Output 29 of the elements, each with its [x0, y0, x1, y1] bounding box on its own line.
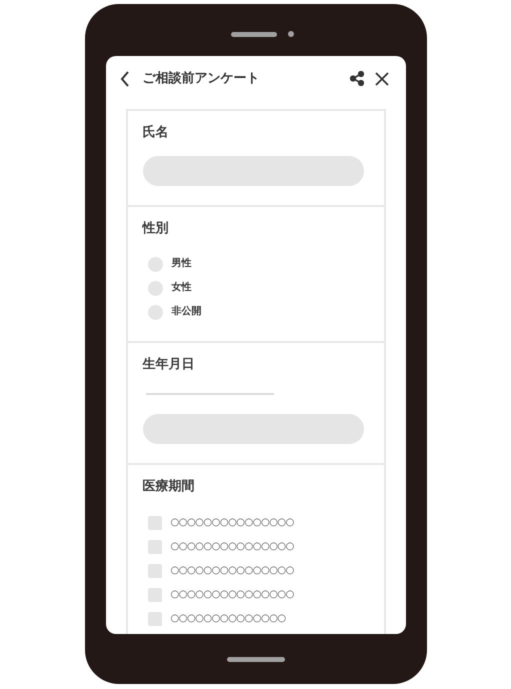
- camera-icon: [288, 31, 294, 37]
- radio-button[interactable]: [148, 304, 162, 320]
- checkbox-label: ○○○○○○○○○○○○○○: [170, 612, 286, 626]
- checkbox-label: ○○○○○○○○○○○○○○○: [170, 588, 294, 602]
- radio-label: 女性: [172, 280, 192, 295]
- section-title: 生年月日: [142, 357, 196, 373]
- radio-button[interactable]: [148, 280, 162, 296]
- share-icon[interactable]: [350, 71, 364, 86]
- name-field[interactable]: [142, 156, 364, 186]
- radio-label: 非公開: [172, 304, 202, 319]
- close-icon[interactable]: [374, 72, 388, 86]
- radio-label: 男性: [172, 256, 192, 271]
- checkbox-label: ○○○○○○○○○○○○○○○: [170, 540, 294, 554]
- checkbox[interactable]: [148, 588, 162, 602]
- checkbox[interactable]: [148, 540, 162, 554]
- checkbox[interactable]: [148, 564, 162, 578]
- back-icon[interactable]: [120, 70, 130, 86]
- section-title: 医療期間: [142, 479, 196, 495]
- checkbox[interactable]: [148, 516, 162, 530]
- home-bar: [226, 657, 284, 662]
- checkbox[interactable]: [148, 612, 162, 626]
- section-title: 氏名: [142, 125, 170, 141]
- page-title: ご相談前アンケート: [142, 70, 260, 88]
- checkbox-label: ○○○○○○○○○○○○○○○: [170, 516, 294, 530]
- date-input-field[interactable]: [142, 414, 364, 444]
- checkbox-label: ○○○○○○○○○○○○○○○: [170, 564, 294, 578]
- speaker-icon: [231, 32, 277, 36]
- section-title: 性別: [142, 221, 170, 237]
- radio-button[interactable]: [148, 256, 162, 272]
